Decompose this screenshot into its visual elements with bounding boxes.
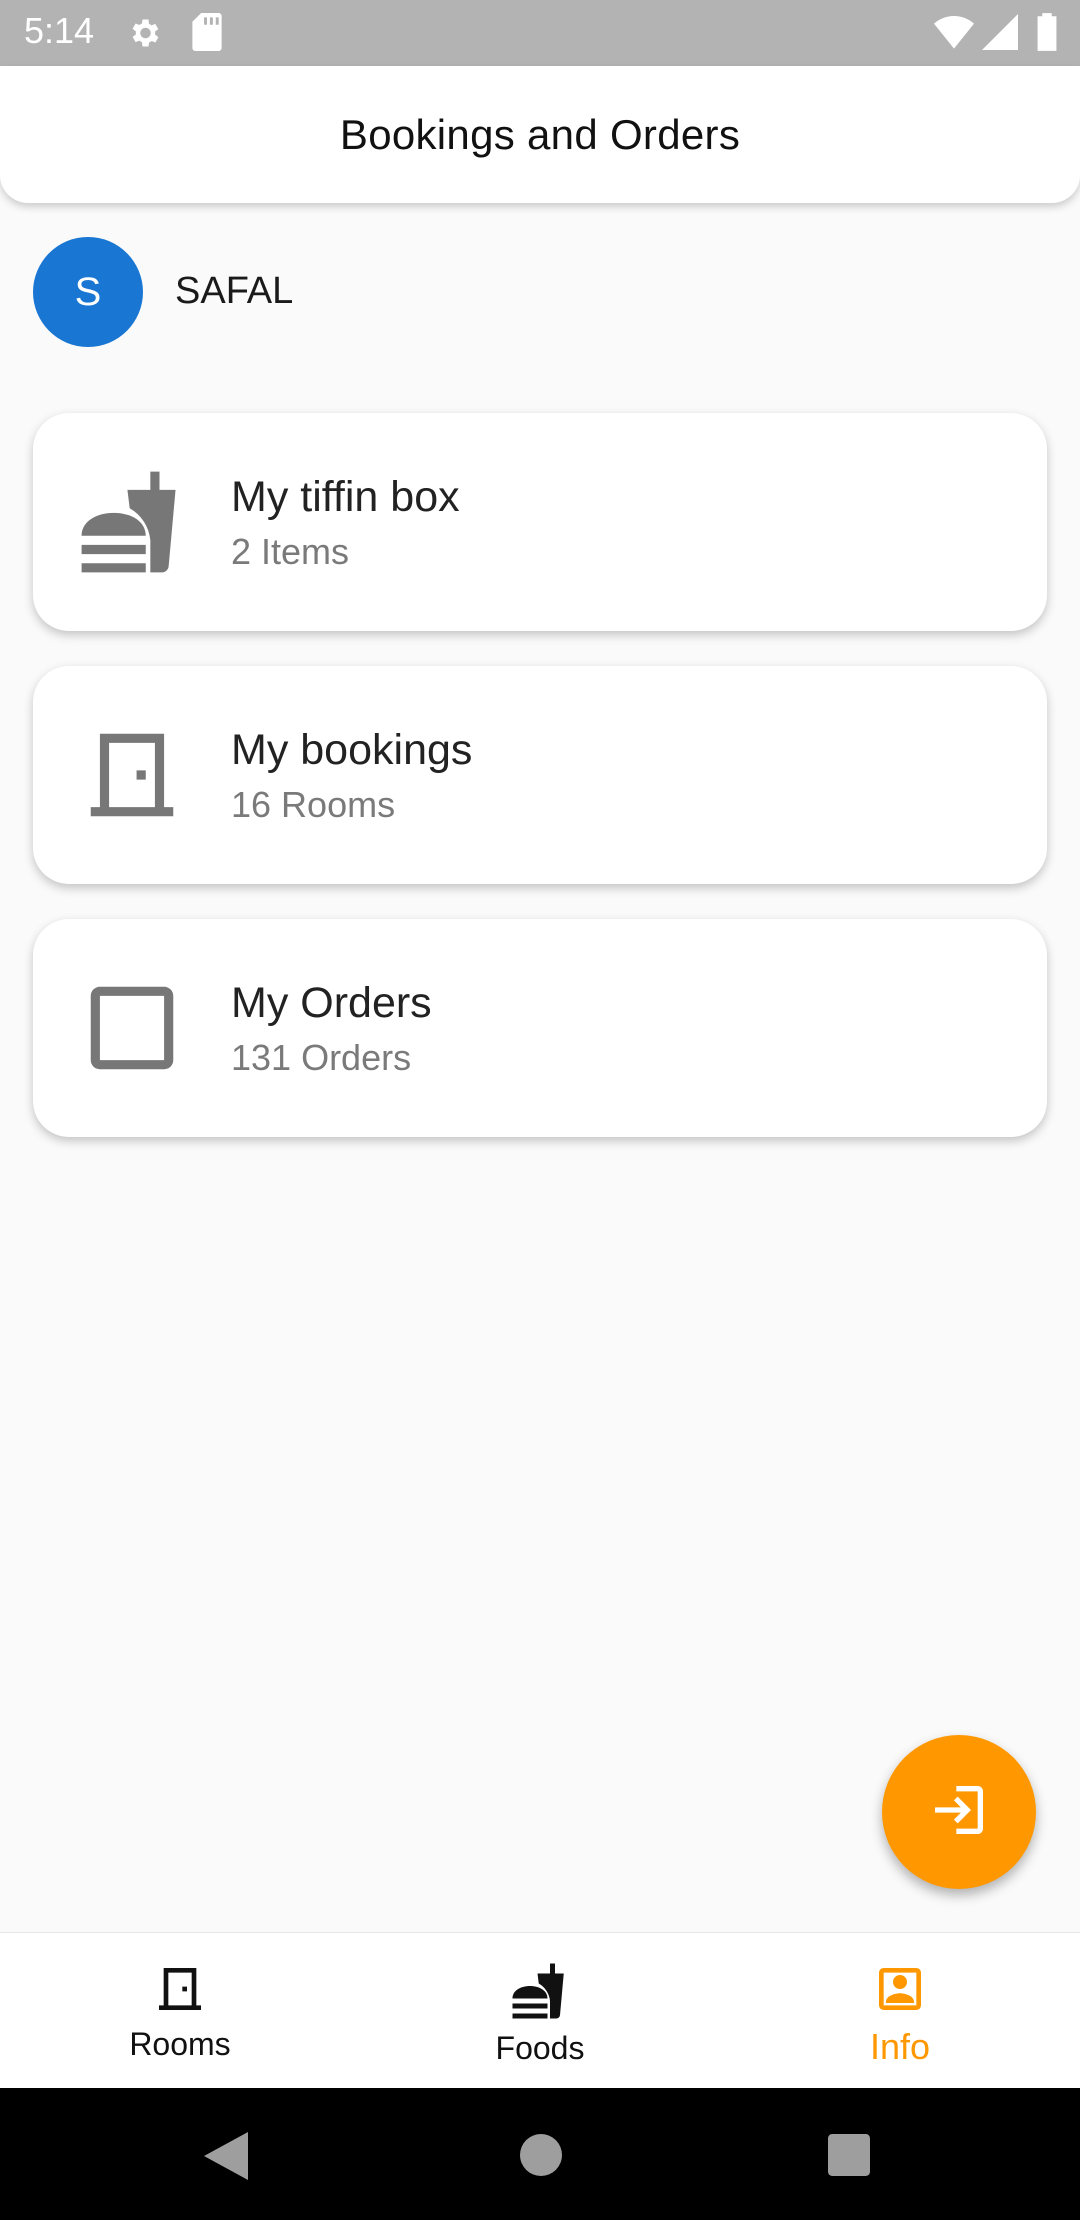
nav-label: Rooms [129, 2026, 231, 2062]
card-orders[interactable]: My Orders 131 Orders [33, 919, 1047, 1137]
login-icon [927, 1778, 991, 1847]
login-fab-button[interactable] [882, 1735, 1036, 1889]
nav-item-foods[interactable]: Foods [360, 1933, 720, 2089]
page-title: Bookings and Orders [339, 110, 741, 158]
gear-icon [126, 15, 162, 56]
system-nav-bar [0, 2088, 1080, 2220]
fastfood-icon [510, 1933, 570, 2026]
signal-icon [982, 14, 1018, 55]
card-title: My tiffin box [231, 473, 460, 521]
card-bookings[interactable]: My bookings 16 Rooms [33, 666, 1047, 884]
nav-item-info[interactable]: Info [720, 1933, 1080, 2089]
nav-label: Info [869, 2026, 931, 2067]
home-icon[interactable] [520, 2134, 562, 2181]
status-time: 5:14 [24, 10, 95, 51]
card-subtitle: 131 Orders [231, 1037, 412, 1078]
back-icon[interactable] [204, 2132, 248, 2185]
bottom-nav: Rooms Foods Info [0, 1932, 1080, 2088]
card-title: My Orders [231, 979, 432, 1027]
nav-label: Foods [495, 2030, 585, 2066]
recents-icon[interactable] [828, 2134, 870, 2181]
card-subtitle: 16 Rooms [231, 784, 396, 825]
sd-card-icon [192, 13, 222, 56]
door-icon [77, 720, 187, 830]
fastfood-icon [77, 467, 187, 577]
card-title: My bookings [231, 726, 473, 774]
checkbox-outline-icon [77, 973, 187, 1083]
card-tiffin-box[interactable]: My tiffin box 2 Items [33, 413, 1047, 631]
app-bar: Bookings and Orders [0, 66, 1080, 203]
user-name: SAFAL [175, 270, 294, 312]
door-icon [152, 1933, 208, 2022]
battery-icon [1036, 12, 1058, 57]
avatar: S [33, 237, 143, 347]
card-subtitle: 2 Items [231, 531, 350, 572]
account-box-icon [872, 1933, 928, 2022]
status-bar: 5:14 [0, 0, 1080, 66]
nav-item-rooms[interactable]: Rooms [0, 1933, 360, 2089]
avatar-letter: S [74, 269, 102, 314]
wifi-icon [934, 14, 974, 55]
